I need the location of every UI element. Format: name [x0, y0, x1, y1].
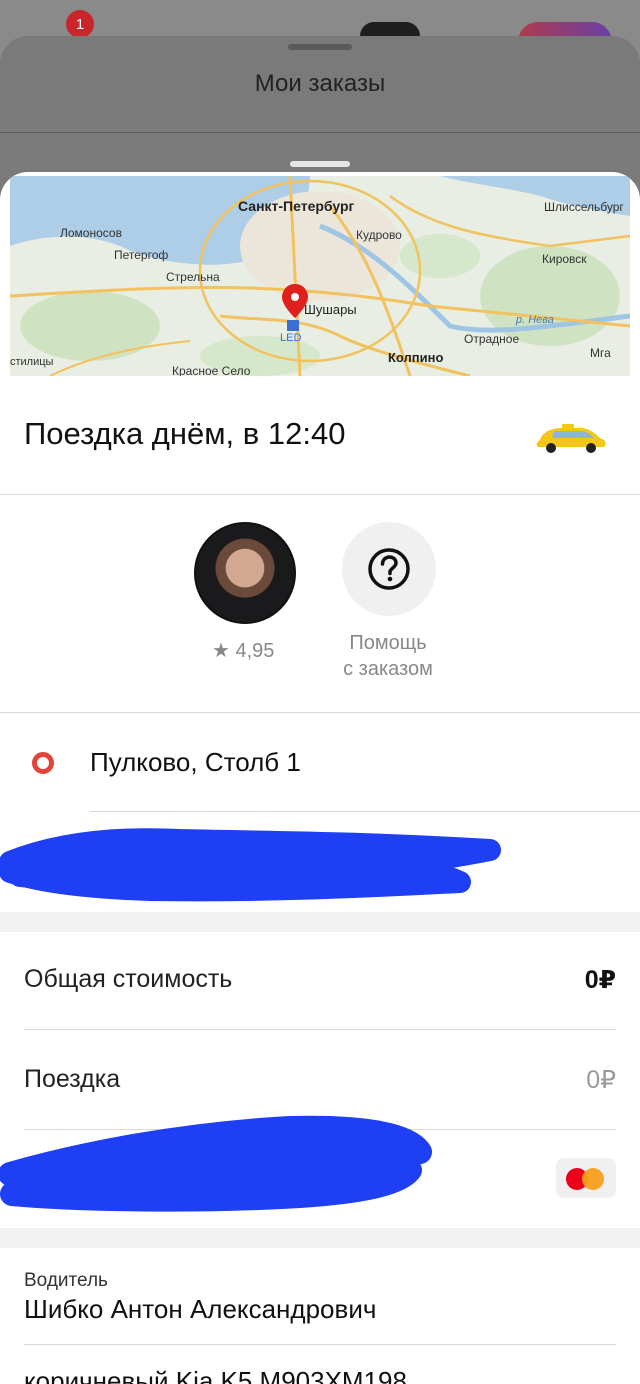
orders-sheet-title: Мои заказы — [254, 70, 386, 97]
question-circle-icon — [368, 548, 410, 590]
cost-divider — [24, 1029, 616, 1030]
help-label[interactable]: Помощь с заказом — [316, 630, 460, 682]
redaction-scribble — [0, 1115, 432, 1212]
section-gap — [0, 912, 640, 932]
start-point-icon — [32, 752, 54, 774]
taxi-car-icon — [536, 424, 606, 453]
map-label-peterhof: Петергоф — [114, 248, 169, 262]
route-map[interactable]: Санкт-Петербург Шлиссельбург Ломоносов К… — [10, 176, 630, 376]
driver-rating: ★ 4,95 — [212, 640, 275, 662]
map-label-neva: р. Нева — [516, 314, 554, 326]
order-detail-sheet: Санкт-Петербург Шлиссельбург Ломоносов К… — [0, 172, 640, 1384]
section-divider — [0, 712, 640, 713]
redaction-scribble — [0, 828, 501, 902]
help-button[interactable] — [342, 522, 436, 616]
trip-title: Поездка днём, в 12:40 — [24, 416, 346, 451]
map-label-kudrovo: Кудрово — [356, 228, 402, 242]
map-label-kolpino: Колпино — [388, 350, 444, 365]
notification-badge: 1 — [66, 10, 94, 38]
driver-name: Шибко Антон Александрович — [24, 1294, 377, 1324]
ride-cost-label: Поездка — [24, 1065, 121, 1093]
help-label-line1: Помощь — [349, 632, 427, 654]
orders-sheet-handle[interactable] — [288, 44, 352, 50]
map-label-spb: Санкт-Петербург — [238, 198, 355, 214]
map-label-kirovsk: Кировск — [542, 252, 587, 266]
ride-cost-value: 0₽ — [586, 1066, 616, 1094]
start-point-address: Пулково, Столб 1 — [90, 747, 301, 777]
mastercard-icon — [556, 1158, 616, 1198]
map-label-kipen: стилицы — [10, 356, 54, 368]
map-label-led: LED — [280, 332, 302, 344]
map-label-lomonosov: Ломоносов — [60, 226, 122, 240]
driver-caption: Водитель — [24, 1270, 108, 1291]
car-info: коричневый Kia K5 М903ХМ198 — [24, 1366, 407, 1384]
section-divider — [0, 494, 640, 495]
order-sheet-handle[interactable] — [290, 161, 350, 167]
map-label-shlisselburg: Шлиссельбург — [544, 200, 624, 214]
driver-divider — [24, 1344, 616, 1345]
help-label-line2: с заказом — [343, 658, 433, 680]
driver-avatar[interactable] — [194, 522, 296, 624]
orders-sheet-divider — [0, 132, 640, 133]
total-cost-label: Общая стоимость — [24, 965, 233, 993]
map-label-krasnoe-selo: Красное Село — [172, 364, 251, 376]
map-label-strelna: Стрельна — [166, 270, 220, 284]
map-label-mga: Мга — [590, 346, 611, 360]
total-cost-value: 0₽ — [584, 966, 616, 994]
map-label-otradnoe: Отрадное — [464, 332, 520, 346]
section-gap — [0, 1228, 640, 1248]
map-label-shushary: Шушары — [304, 302, 357, 317]
